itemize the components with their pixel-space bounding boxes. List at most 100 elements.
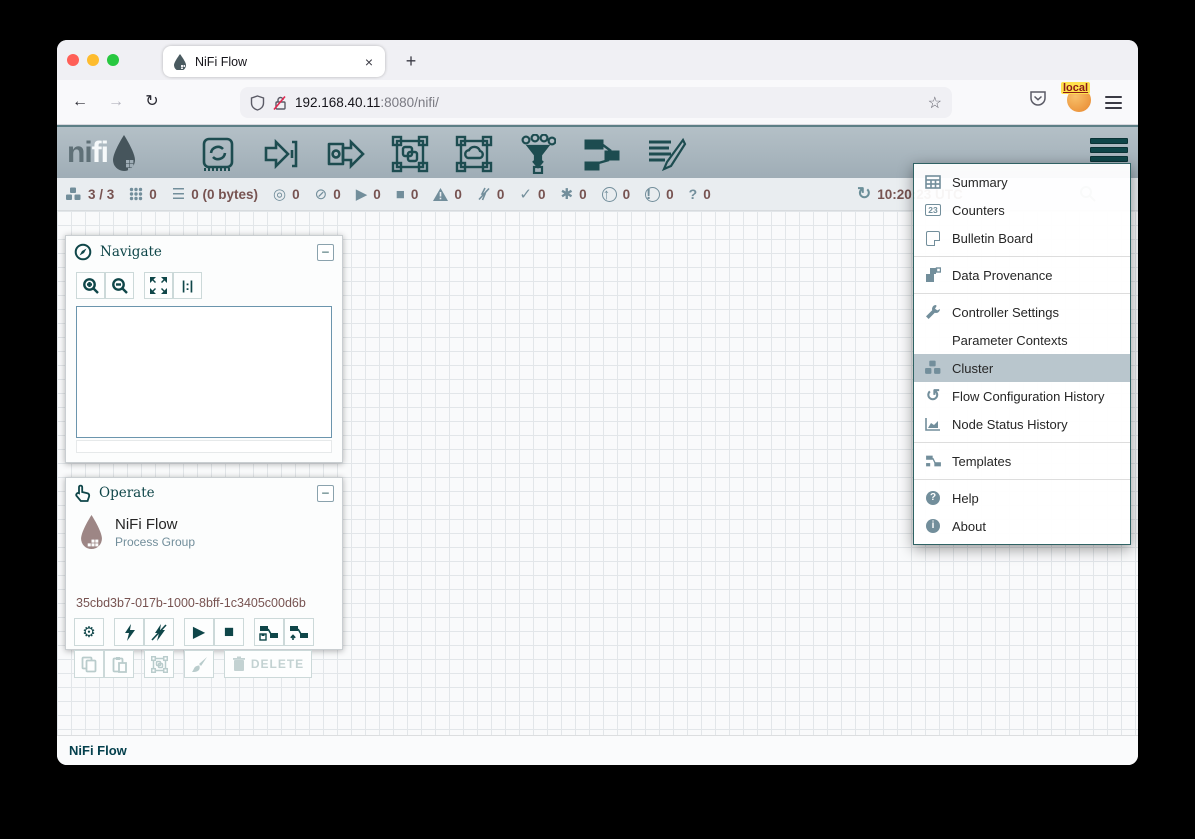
nifi-logo: nifi: [67, 133, 138, 173]
label-draggable-icon[interactable]: [645, 134, 687, 174]
copy-button[interactable]: [74, 650, 104, 678]
input-port-draggable-icon[interactable]: [261, 134, 303, 174]
back-button[interactable]: ←: [67, 89, 93, 115]
refresh-icon[interactable]: ↻: [857, 184, 871, 204]
status-stopped: ■ 0: [396, 187, 419, 202]
menu-item-counters[interactable]: 23 Counters: [914, 196, 1130, 224]
menu-item-parameter-contexts[interactable]: Parameter Contexts: [914, 326, 1130, 354]
operate-buttons-row2: DELETE: [74, 650, 312, 678]
process-group-draggable-icon[interactable]: [389, 134, 431, 174]
new-tab-button[interactable]: +: [397, 48, 425, 74]
remote-process-group-draggable-icon[interactable]: [453, 134, 495, 174]
tab-close-icon[interactable]: ×: [363, 54, 375, 70]
play-icon: ▶: [193, 622, 205, 642]
zoom-actual-size-button[interactable]: |:|: [173, 272, 202, 299]
menu-item-data-provenance[interactable]: Data Provenance: [914, 261, 1130, 289]
reload-button[interactable]: ↻: [139, 89, 165, 115]
running-play-icon: ▶: [356, 187, 368, 202]
logo-text-ni: ni: [67, 136, 92, 169]
hand-pointer-icon: [74, 484, 91, 502]
arrow-up-circle-icon: ↑: [602, 187, 617, 202]
browser-tab[interactable]: NiFi Flow ×: [163, 46, 385, 77]
operate-panel: Operate – NiFi Flow Process Group 35cbd3…: [65, 477, 343, 650]
menu-item-help[interactable]: ? Help: [914, 484, 1130, 512]
sticky-note-icon: [914, 231, 952, 246]
queue-list-icon: ☰: [172, 187, 185, 202]
window-minimize-button[interactable]: [87, 54, 99, 66]
fill-color-button[interactable]: [184, 650, 214, 678]
group-button[interactable]: [144, 650, 174, 678]
birdseye-brush[interactable]: [76, 440, 332, 453]
provenance-icon: [914, 267, 952, 283]
delete-button[interactable]: DELETE: [224, 650, 312, 678]
trash-icon: [232, 656, 246, 672]
not-transmitting-icon: ⊘: [315, 187, 328, 202]
funnel-draggable-icon[interactable]: [517, 134, 559, 174]
status-invalid: 0: [433, 187, 462, 202]
menu-item-templates[interactable]: Templates: [914, 447, 1130, 475]
create-template-button[interactable]: [254, 618, 284, 646]
insecure-lock-icon[interactable]: [273, 95, 287, 111]
counters-icon: 23: [914, 204, 952, 217]
wrench-icon: [914, 304, 952, 320]
menu-separator: [914, 256, 1130, 257]
check-icon: ✓: [519, 187, 532, 202]
component-palette: [197, 133, 687, 175]
question-icon: ?: [689, 187, 698, 201]
breadcrumb-root[interactable]: NiFi Flow: [69, 743, 127, 758]
nifi-drop-logo-icon: [110, 134, 138, 172]
menu-item-node-status-history[interactable]: Node Status History: [914, 410, 1130, 438]
status-up-to-date: ✓ 0: [519, 187, 545, 202]
global-menu-button[interactable]: [1090, 138, 1128, 166]
enable-button[interactable]: [114, 618, 144, 646]
operate-collapse-button[interactable]: –: [317, 485, 334, 502]
zoom-in-button[interactable]: [76, 272, 105, 299]
firefox-menu-button[interactable]: [1105, 96, 1122, 109]
bookmark-star-icon[interactable]: ☆: [928, 93, 942, 113]
output-port-draggable-icon[interactable]: [325, 134, 367, 174]
start-button[interactable]: ▶: [184, 618, 214, 646]
process-group-drop-icon: [78, 514, 105, 550]
info-circle-icon: i: [914, 519, 952, 533]
menu-item-controller-settings[interactable]: Controller Settings: [914, 298, 1130, 326]
zoom-fit-button[interactable]: [144, 272, 173, 299]
window-zoom-button[interactable]: [107, 54, 119, 66]
menu-item-about[interactable]: i About: [914, 512, 1130, 540]
status-locally-modified: ✱ 0: [561, 187, 587, 202]
bolt-icon: [123, 624, 135, 641]
navigate-collapse-button[interactable]: –: [317, 244, 334, 261]
status-stale: ↑ 0: [602, 187, 631, 202]
pocket-icon[interactable]: [1029, 90, 1047, 107]
delete-label: DELETE: [251, 657, 304, 671]
configure-button[interactable]: ⚙: [74, 618, 104, 646]
url-bar[interactable]: 192.168.40.11:8080/nifi/ ☆: [240, 87, 952, 118]
copy-icon: [81, 656, 97, 673]
navigate-buttons: |:|: [66, 268, 342, 299]
disable-button[interactable]: [144, 618, 174, 646]
paste-icon: [112, 656, 127, 673]
template-draggable-icon[interactable]: [581, 134, 623, 174]
status-queued: ☰ 0 (0 bytes): [172, 187, 258, 202]
url-host: 192.168.40.11: [295, 95, 380, 110]
status-items: 3 / 3 0 ☰ 0 (0 bytes) ◎ 0 ⊘ 0 ▶ 0: [65, 178, 711, 210]
window-close-button[interactable]: [67, 54, 79, 66]
operate-buttons-row1: ⚙ ▶ ■: [74, 618, 314, 646]
processor-draggable-icon[interactable]: [197, 134, 239, 174]
stop-button[interactable]: ■: [214, 618, 244, 646]
menu-item-summary[interactable]: Summary: [914, 168, 1130, 196]
menu-item-bulletin-board[interactable]: Bulletin Board: [914, 224, 1130, 252]
account-container-badge: local: [1061, 82, 1090, 94]
menu-item-flow-configuration-history[interactable]: ↺ Flow Configuration History: [914, 382, 1130, 410]
selected-component: NiFi Flow Process Group: [78, 514, 195, 550]
paste-button[interactable]: [104, 650, 134, 678]
birdseye-view[interactable]: [76, 306, 332, 438]
stopped-square-icon: ■: [396, 187, 405, 202]
zoom-out-button[interactable]: [105, 272, 134, 299]
url-text[interactable]: 192.168.40.11:8080/nifi/: [295, 95, 928, 110]
status-clustered-nodes: 3 / 3: [65, 187, 114, 202]
menu-item-cluster[interactable]: Cluster: [914, 354, 1130, 382]
upload-template-button[interactable]: [284, 618, 314, 646]
invalid-warning-icon: [433, 188, 448, 201]
tracking-shield-icon[interactable]: [250, 95, 265, 111]
forward-button[interactable]: →: [103, 89, 129, 115]
